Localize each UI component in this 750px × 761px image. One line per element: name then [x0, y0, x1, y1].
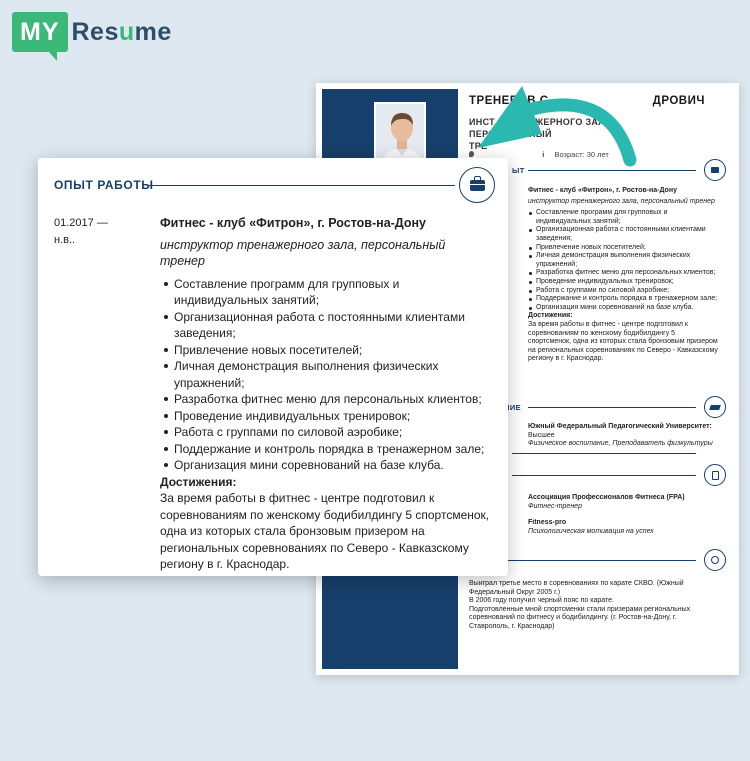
info-icon: i — [542, 150, 545, 159]
list-item: Привлечение новых посетителей; — [160, 342, 490, 359]
resume-exp-label: ЫТ — [512, 166, 525, 175]
resume-exp-divider — [528, 170, 696, 171]
document-icon — [704, 464, 726, 486]
award-icon — [704, 549, 726, 571]
card-header: ОПЫТ РАБОТЫ — [54, 178, 154, 192]
profile-photo — [374, 102, 426, 164]
job-position: инструктор тренажерного зала, персональн… — [160, 237, 446, 269]
date-to: н.в.. — [54, 234, 76, 246]
date-from: 01.2017 — — [54, 217, 108, 229]
resume-courses-body: Ассоциация Профессионалов Фитнеса (FPA) … — [528, 494, 685, 535]
resume-courses-divider — [512, 475, 696, 476]
list-item: Проведение индивидуальных тренировок; — [160, 408, 490, 425]
list-item: Организация мини соревнований на базе кл… — [160, 457, 490, 474]
list-item: Составление программ для групповых и инд… — [160, 276, 490, 309]
experience-zoom-card: ОПЫТ РАБОТЫ 01.2017 — н.в.. Фитнес - клу… — [38, 158, 508, 576]
location-icon — [469, 151, 474, 157]
job-dates: 01.2017 — н.в.. — [54, 215, 108, 249]
section-title: ОПЫТ РАБОТЫ — [54, 178, 154, 192]
resume-extra-body: Выиграл третье место в соревнованиях по … — [469, 580, 691, 630]
job-details: Фитнес - клуб «Фитрон», г. Ростов-на-Дон… — [160, 215, 490, 573]
resume-edu-body: Южный Федеральный Педагогический Универс… — [528, 423, 713, 448]
section-divider — [149, 185, 455, 186]
list-item: Организационная работа с постоянными кли… — [160, 309, 490, 342]
list-item: Личная демонстрация выполнения физически… — [160, 358, 490, 391]
achievements-title: Достижения: — [160, 474, 237, 489]
graduation-cap-icon — [704, 396, 726, 418]
myresume-logo[interactable]: MY Resume — [12, 12, 172, 61]
list-item: Поддержание и контроль порядка в тренаже… — [160, 441, 490, 458]
list-item: Работа с группами по силовой аэробике; — [160, 424, 490, 441]
company-name: Фитнес - клуб «Фитрон», г. Ростов-на-Дон… — [160, 216, 426, 230]
logo-wordmark: Resume — [71, 17, 172, 46]
briefcase-icon — [704, 159, 726, 181]
achievements-text: За время работы в фитнес - центре подгот… — [160, 491, 490, 571]
resume-exp-body: Фитнес - клуб «Фитрон», г. Ростов-на-Дон… — [528, 187, 718, 363]
logo-badge: MY — [12, 12, 68, 61]
briefcase-icon — [459, 167, 495, 203]
resume-courses-divider-top — [512, 453, 696, 454]
list-item: Разработка фитнес меню для персональных … — [160, 391, 490, 408]
resume-edu-divider — [528, 407, 696, 408]
resume-title: ИНСТ ЖЕРНОГО ЗАЛА, ПЕРСОНАЛЬНЫЙ ТРЕ — [469, 117, 615, 151]
duties-list: Составление программ для групповых и инд… — [160, 276, 490, 474]
resume-name: ТРЕНЕРОВ С ДРОВИЧ — [469, 95, 705, 107]
